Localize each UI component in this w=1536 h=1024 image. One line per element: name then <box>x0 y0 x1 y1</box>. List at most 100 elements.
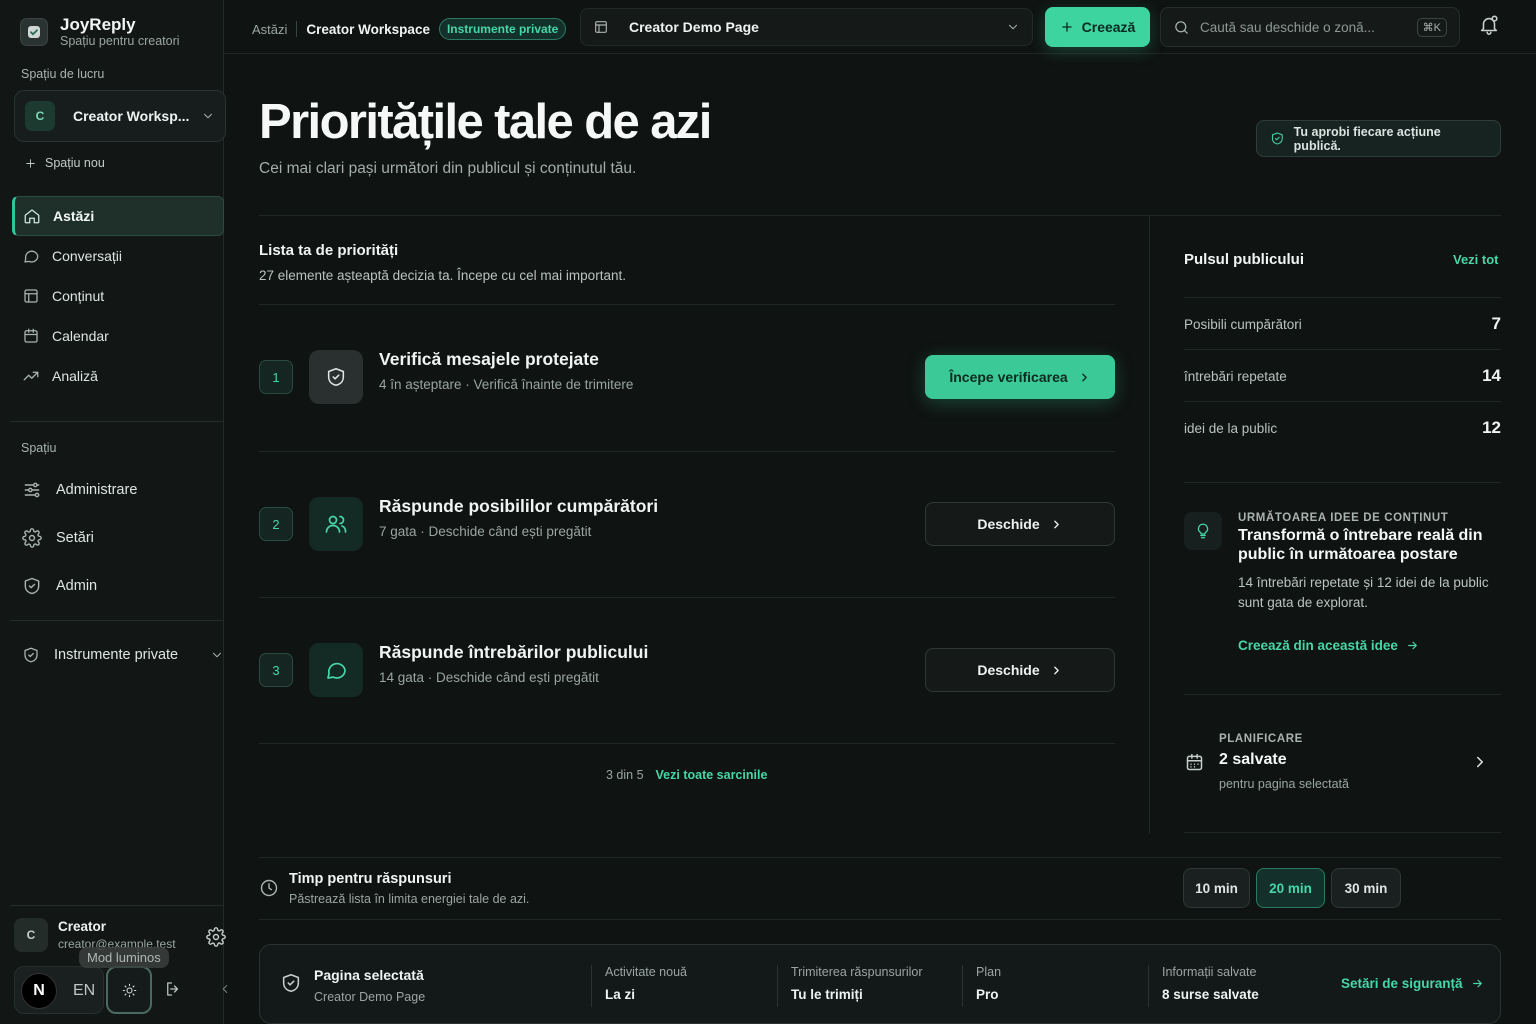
idea-body: 14 întrebări repetate și 12 idei de la p… <box>1238 575 1489 610</box>
theme-toggle-button[interactable] <box>106 966 152 1014</box>
info-label: Activitate nouă <box>605 965 687 979</box>
sun-icon <box>122 983 136 997</box>
space-nav: Administrare Setări Admin <box>12 466 224 610</box>
shield-check-icon <box>1271 132 1283 145</box>
task-meta: 7 gata · Deschide când ești pregătit <box>379 524 592 539</box>
button-label: Deschide <box>977 662 1040 678</box>
plus-icon <box>1061 22 1072 32</box>
logout-icon[interactable] <box>164 980 182 998</box>
nav-item-content[interactable]: Conținut <box>12 276 224 316</box>
workspace-select[interactable]: C Creator Worksp... <box>14 90 226 142</box>
breadcrumb-separator <box>296 21 298 37</box>
user-name: Creator <box>58 919 107 934</box>
nav-item-settings[interactable]: Setări <box>12 514 224 562</box>
stat-row[interactable]: idei de la public 12 <box>1184 402 1501 454</box>
users-icon <box>325 515 347 533</box>
link-label: Setări de siguranță <box>1341 976 1463 991</box>
planning-card[interactable]: PLANIFICARE 2 salvate pentru pagina sele… <box>1184 730 1501 800</box>
info-value: Pro <box>976 987 999 1002</box>
pulse-divider <box>1184 832 1501 833</box>
page-select[interactable]: Creator Demo Page <box>580 8 1033 46</box>
button-label: Începe verificarea <box>949 369 1068 385</box>
nav-item-calendar[interactable]: Calendar <box>12 316 224 356</box>
breadcrumb-home[interactable]: Astăzi <box>252 22 287 37</box>
sidebar-divider <box>10 905 224 906</box>
chevron-right-icon <box>1081 373 1087 381</box>
task-number: 3 <box>259 653 293 687</box>
create-label: Creează <box>1081 19 1136 35</box>
time-option-30[interactable]: 30 min <box>1331 868 1401 908</box>
sidebar-divider <box>10 620 224 621</box>
n-badge: N <box>21 973 57 1009</box>
nav-item-analysis[interactable]: Analiză <box>12 356 224 396</box>
task-meta: 14 gata · Deschide când ești pregătit <box>379 670 599 685</box>
nav-label: Administrare <box>56 482 138 498</box>
sidebar-divider <box>10 421 224 422</box>
info-column: Informații salvate 8 surse salvate <box>1148 965 1259 1007</box>
stat-value: 14 <box>1482 366 1501 385</box>
pulse-divider <box>1184 482 1501 483</box>
app-name: JoyReply <box>60 15 136 34</box>
workspace-name: Creator Worksp... <box>73 108 190 124</box>
page-select-value: Creator Demo Page <box>629 19 759 35</box>
time-option-10[interactable]: 10 min <box>1183 868 1250 908</box>
sliders-icon <box>24 482 40 498</box>
open-button[interactable]: Deschide <box>925 502 1115 546</box>
idea-kicker: URMĂTOAREA IDEE DE CONȚINUT <box>1238 512 1449 524</box>
nav-item-administration[interactable]: Administrare <box>12 466 224 514</box>
see-all-link[interactable]: Vezi tot <box>1453 252 1499 267</box>
brand[interactable]: JoyReply Spațiu pentru creatori <box>20 16 180 48</box>
task-title: Verifică mesajele protejate <box>379 349 599 369</box>
sidebar-footer: N EN <box>14 966 228 1014</box>
info-label: Trimiterea răspunsurilor <box>791 965 923 979</box>
stat-row[interactable]: întrebări repetate 14 <box>1184 350 1501 402</box>
page-layout-icon <box>595 21 607 33</box>
new-space-button[interactable]: Spațiu nou <box>24 156 105 170</box>
stat-label: Posibili cumpărători <box>1184 317 1302 332</box>
chevron-right-icon <box>1053 666 1059 674</box>
trend-icon <box>23 371 39 381</box>
selected-page-name: Creator Demo Page <box>314 990 426 1004</box>
nav-item-admin[interactable]: Admin <box>12 562 224 610</box>
task-row: 2 Răspunde posibililor cumpărători 7 gat… <box>259 494 1115 554</box>
nav-label: Admin <box>56 578 98 594</box>
bell-icon[interactable] <box>1478 14 1500 36</box>
chevron-down-icon <box>1009 24 1017 30</box>
create-from-idea-link[interactable]: Creează din această idee <box>1238 638 1419 653</box>
nav-item-conversations[interactable]: Conversații <box>12 236 224 276</box>
safety-settings-link[interactable]: Setări de siguranță <box>1341 976 1484 991</box>
stat-value: 12 <box>1482 418 1501 437</box>
open-button[interactable]: Deschide <box>925 648 1115 692</box>
language-switcher[interactable]: N EN <box>14 966 104 1014</box>
gear-icon <box>22 528 42 548</box>
priority-list-title: Lista ta de priorități <box>259 242 399 259</box>
search-input[interactable]: Caută sau deschide o zonă... ⌘K <box>1160 7 1460 47</box>
content-icon <box>24 289 38 303</box>
message-icon <box>327 662 346 679</box>
see-all-tasks-link[interactable]: Vezi toate sarcinile <box>656 768 768 782</box>
selected-page-title: Pagina selectată <box>314 967 424 983</box>
list-divider <box>259 743 1115 744</box>
task-meta: 4 în așteptare · Verifică înainte de tri… <box>379 377 634 392</box>
search-shortcut: ⌘K <box>1416 17 1447 37</box>
nav-label: Astăzi <box>53 208 95 224</box>
calendar-icon <box>24 328 38 343</box>
gear-icon[interactable] <box>206 927 226 947</box>
chat-icon <box>24 250 39 263</box>
search-icon <box>1175 20 1188 34</box>
task-icon <box>309 643 363 697</box>
app-logo-icon <box>20 18 48 46</box>
nav-label: Conversații <box>52 248 123 264</box>
collapse-sidebar-icon[interactable] <box>218 980 232 998</box>
stat-value: 7 <box>1491 314 1501 333</box>
approval-notice-text: Tu aprobi fiecare acțiune publică. <box>1293 124 1441 153</box>
planning-sub: pentru pagina selectată <box>1219 777 1349 791</box>
response-time-subtitle: Păstrează lista în limita energiei tale … <box>289 892 530 906</box>
nav-item-today[interactable]: Astăzi <box>12 196 224 236</box>
list-divider <box>259 451 1115 452</box>
stat-row[interactable]: Posibili cumpărători 7 <box>1184 298 1501 350</box>
time-option-20[interactable]: 20 min <box>1256 868 1325 908</box>
private-tools-toggle[interactable]: Instrumente private <box>12 634 224 676</box>
create-button[interactable]: Creează <box>1045 7 1150 47</box>
start-review-button[interactable]: Începe verificarea <box>925 355 1115 399</box>
